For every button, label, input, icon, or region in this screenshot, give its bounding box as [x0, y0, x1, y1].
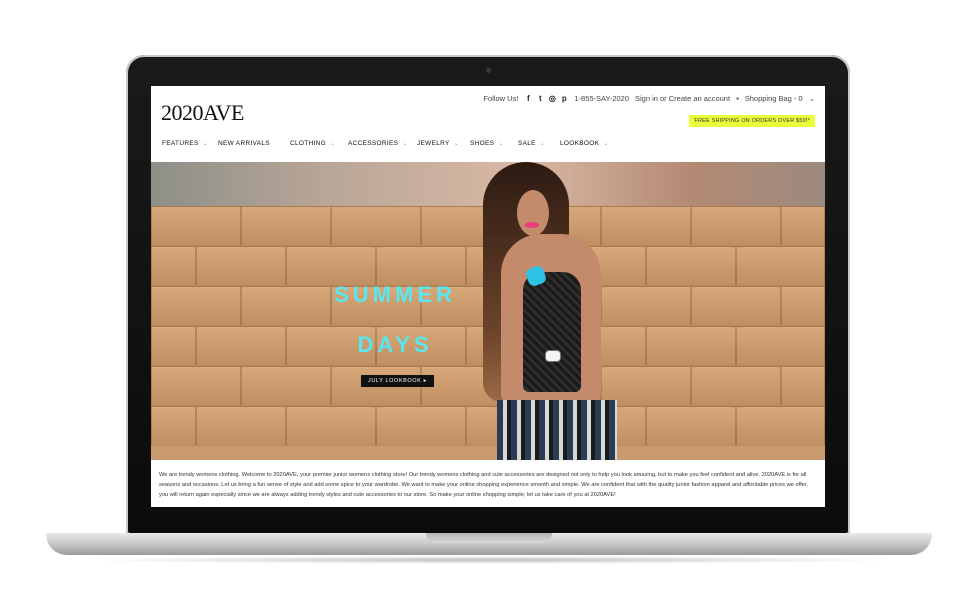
nav-lookbook[interactable]: LOOKBOOK ⌄ [560, 140, 609, 147]
nav-jewelry[interactable]: JEWELRY ⌄ [417, 140, 459, 147]
wall-brick [601, 206, 691, 246]
chevron-down-icon: ⌄ [402, 141, 408, 147]
nav-label: FEATURES [162, 140, 199, 147]
nav-label: NEW ARRIVALS [218, 140, 270, 147]
wall-brick [151, 366, 241, 406]
nav-label: JEWELRY [417, 140, 450, 147]
nav-clothing[interactable]: CLOTHING ⌄ [290, 140, 335, 147]
nav-label: LOOKBOOK [560, 140, 600, 147]
laptop-notch [426, 533, 552, 543]
wall-brick [691, 206, 781, 246]
nav-accessories[interactable]: ACCESSORIES ⌄ [348, 140, 408, 147]
chevron-down-icon: ⌄ [498, 141, 504, 147]
wall-brick [601, 286, 691, 326]
hero-banner[interactable]: SUMMER DAYS JULY LOOKBOOK ▸ [151, 162, 825, 460]
model-lips [525, 222, 539, 228]
wall-brick [196, 406, 286, 446]
account-link[interactable]: Sign in or Create an account [635, 94, 730, 103]
chevron-down-icon: ⌄ [453, 141, 460, 147]
wall-brick [241, 206, 331, 246]
wall-brick [241, 286, 331, 326]
social-links: f t ◎ p [524, 94, 568, 103]
nav-label: SHOES [470, 140, 495, 147]
wall-brick [241, 366, 331, 406]
shopping-bag-icon[interactable]: ▪ [736, 94, 739, 103]
facebook-icon[interactable]: f [524, 94, 532, 103]
nav-shoes[interactable]: SHOES ⌄ [470, 140, 504, 147]
chevron-down-icon: ⌄ [603, 141, 609, 147]
wall-brick [646, 406, 736, 446]
browser-viewport: 2020AVE Follow Us! f t ◎ p 1-855-SAY-202… [151, 86, 825, 507]
twitter-icon[interactable]: t [536, 94, 544, 103]
wall-brick [196, 326, 286, 366]
shopping-bag-link[interactable]: Shopping Bag - 0 [745, 94, 803, 103]
watch-image [545, 350, 561, 362]
wall-brick [736, 406, 825, 446]
wall-brick [781, 286, 825, 326]
wall-brick [376, 406, 466, 446]
about-paragraph: We are trendy womens clothing. Welcome t… [159, 472, 808, 498]
chevron-down-icon: ⌄ [330, 141, 336, 147]
nav-new-arrivals[interactable]: NEW ARRIVALS [218, 140, 270, 147]
chevron-down-icon[interactable]: ⌄ [809, 94, 815, 103]
model-face [517, 190, 549, 236]
wall-brick [151, 206, 241, 246]
model-shorts [497, 400, 617, 460]
instagram-icon[interactable]: ◎ [548, 94, 556, 103]
chevron-down-icon: ⌄ [539, 141, 546, 147]
follow-label: Follow Us! [483, 94, 519, 103]
wall-brick [781, 366, 825, 406]
hero-headline: SUMMER DAYS [325, 270, 465, 370]
wall-brick [691, 366, 781, 406]
wall-brick [691, 286, 781, 326]
phone-number: 1-855-SAY-2020 [574, 94, 629, 103]
main-navigation: FEATURES ⌄ NEW ARRIVALS CLOTHING ⌄ ACCESSO… [151, 140, 825, 154]
pinterest-icon[interactable]: p [560, 94, 568, 103]
model-top [523, 272, 581, 392]
nav-label: CLOTHING [290, 140, 326, 147]
nav-label: ACCESSORIES [348, 140, 399, 147]
wall-brick [196, 246, 286, 286]
wall-brick [286, 406, 376, 446]
hero-headline-line2: DAYS [357, 332, 433, 357]
wall-brick [736, 246, 825, 286]
camera-icon [486, 68, 491, 73]
top-utility-bar: Follow Us! f t ◎ p 1-855-SAY-2020 Sign i… [483, 94, 815, 103]
laptop-shadow [80, 556, 900, 564]
wall-brick [331, 206, 421, 246]
site-logo[interactable]: 2020AVE [161, 100, 244, 126]
wall-brick [646, 326, 736, 366]
wall-brick [736, 326, 825, 366]
wall-brick [151, 246, 196, 286]
nav-label: SALE [518, 140, 536, 147]
july-lookbook-button[interactable]: JULY LOOKBOOK ▸ [361, 375, 434, 387]
chevron-down-icon: ⌄ [202, 141, 208, 147]
hero-headline-line1: SUMMER [334, 282, 456, 307]
nav-features[interactable]: FEATURES ⌄ [162, 140, 208, 147]
nav-sale[interactable]: SALE ⌄ [518, 140, 545, 147]
wall-brick [781, 206, 825, 246]
free-shipping-banner[interactable]: FREE SHIPPING ON ORDERS OVER $50!* [689, 115, 815, 127]
wall-brick [151, 326, 196, 366]
wall-brick [151, 406, 196, 446]
wall-brick [151, 286, 241, 326]
wall-brick [646, 246, 736, 286]
